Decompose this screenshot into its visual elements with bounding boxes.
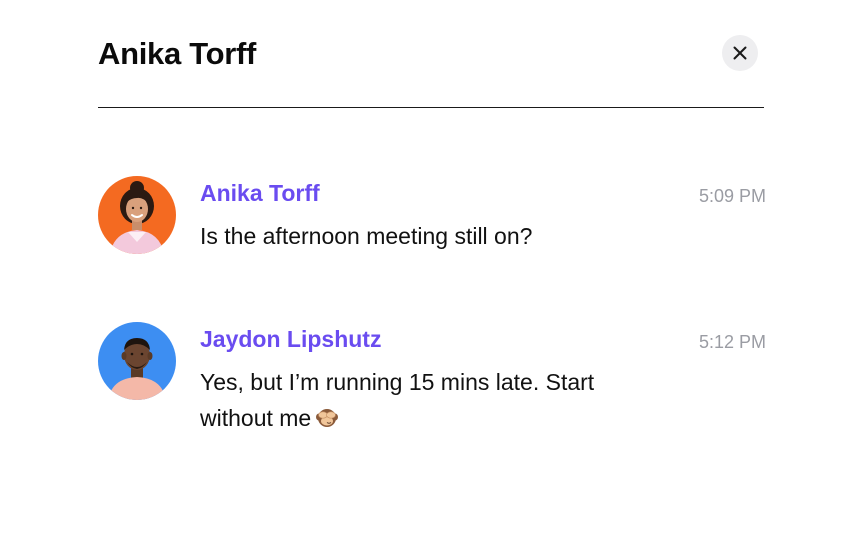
message-sender[interactable]: Jaydon Lipshutz — [200, 326, 381, 353]
close-button[interactable] — [722, 35, 758, 71]
avatar[interactable] — [98, 176, 176, 254]
message-text-container: Yes, but I’m running 15 mins late. Start… — [200, 364, 670, 439]
message-timestamp: 5:12 PM — [698, 332, 766, 352]
header-divider — [98, 107, 764, 108]
chat-thread-panel: Anika Torff Anika Torff 5:09 PM Is the a… — [0, 0, 864, 540]
message-text: Yes, but I’m running 15 mins late. Start… — [200, 369, 595, 431]
thread-header: Anika Torff — [98, 30, 764, 108]
message-sender[interactable]: Anika Torff — [200, 180, 320, 207]
avatar[interactable] — [98, 322, 176, 400]
message-text: Is the afternoon meeting still on? — [200, 223, 533, 249]
see-no-evil-monkey-icon — [315, 403, 339, 439]
close-icon — [733, 46, 747, 60]
thread-title: Anika Torff — [98, 36, 257, 71]
message-timestamp: 5:09 PM — [698, 186, 766, 206]
avatar-jaydon-icon — [98, 322, 176, 400]
avatar-anika-icon — [98, 176, 176, 254]
